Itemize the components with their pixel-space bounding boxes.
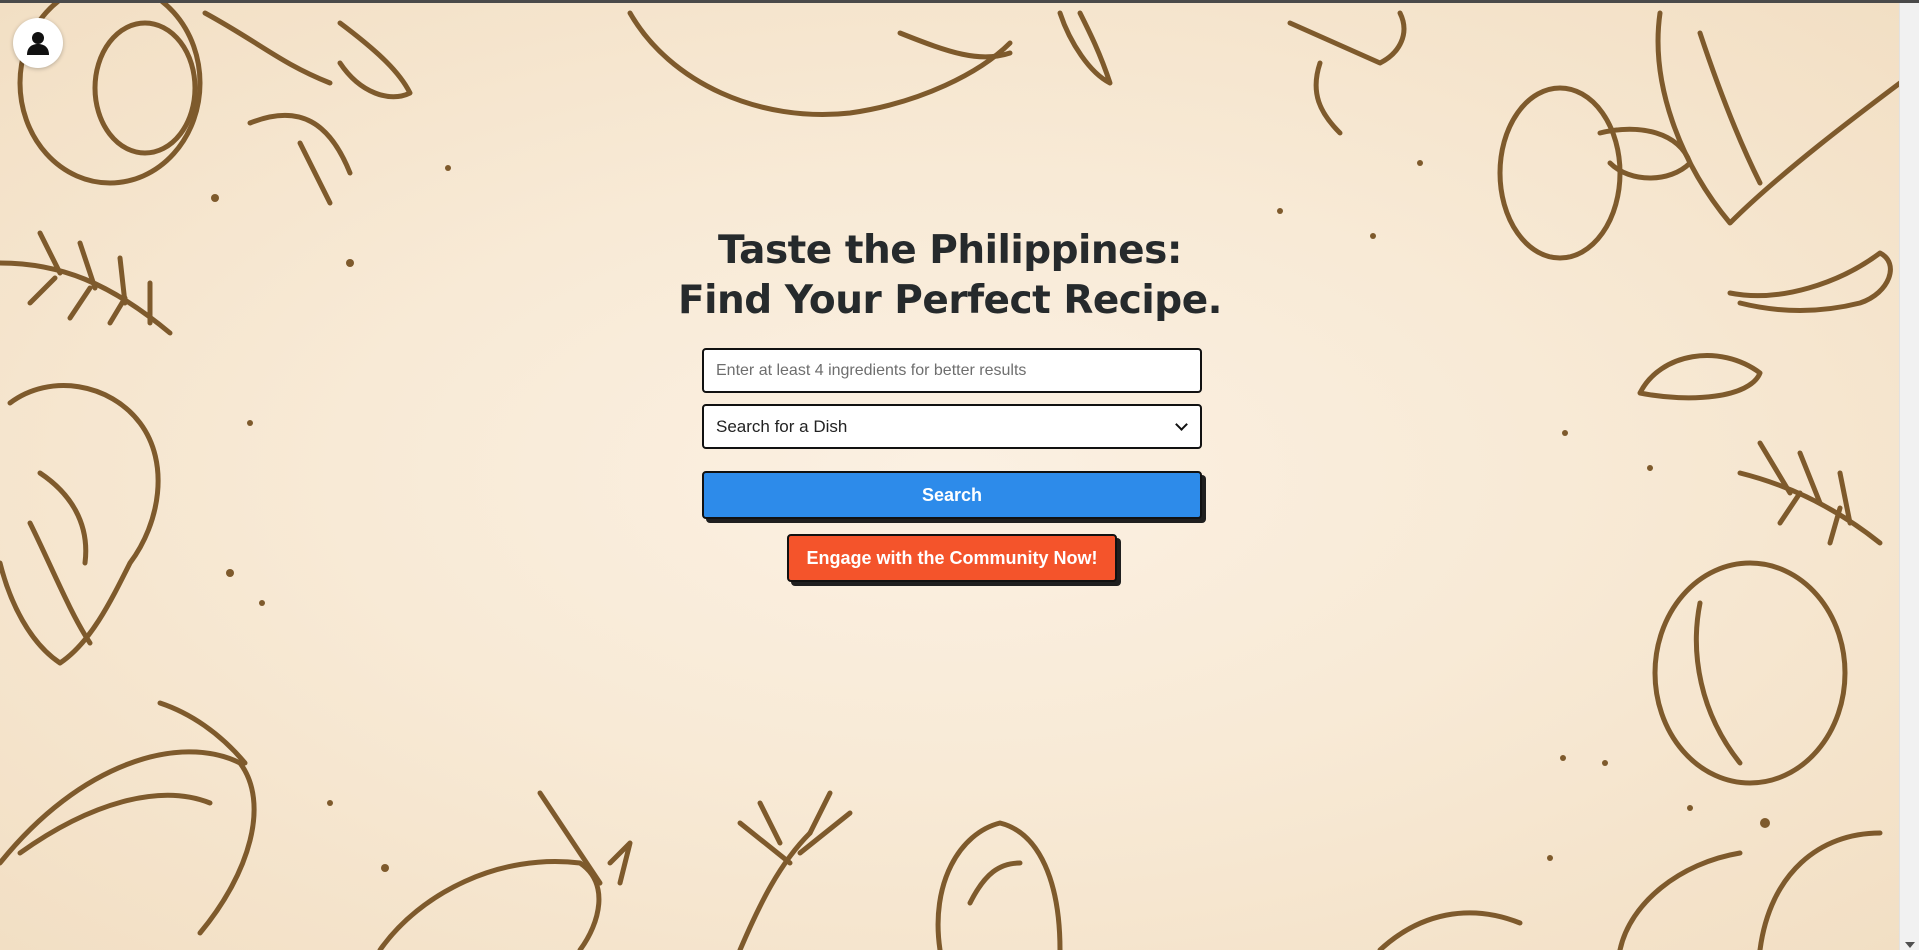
- page-scrollbar[interactable]: [1899, 3, 1919, 950]
- dish-select[interactable]: Search for a Dish: [702, 404, 1202, 449]
- chevron-down-icon: [1175, 418, 1188, 431]
- user-avatar-button[interactable]: [13, 18, 63, 68]
- scroll-down-arrow-icon[interactable]: [1905, 942, 1915, 948]
- community-button-label: Engage with the Community Now!: [806, 547, 1098, 568]
- recipe-search-form: Search for a Dish Search: [702, 348, 1202, 519]
- page-title-line1: Taste the Philippines:: [718, 228, 1182, 273]
- page-title-line2: Find Your Perfect Recipe.: [678, 278, 1222, 323]
- dish-select-value: Search for a Dish: [716, 416, 848, 436]
- user-avatar-icon: [27, 32, 49, 55]
- search-button-label: Search: [921, 484, 983, 505]
- search-button[interactable]: Search: [702, 471, 1202, 519]
- community-button[interactable]: Engage with the Community Now!: [787, 534, 1117, 582]
- hero-section: Taste the Philippines: Find Your Perfect…: [0, 226, 1900, 326]
- ingredients-input[interactable]: [702, 348, 1202, 393]
- page-title: Taste the Philippines: Find Your Perfect…: [0, 226, 1900, 326]
